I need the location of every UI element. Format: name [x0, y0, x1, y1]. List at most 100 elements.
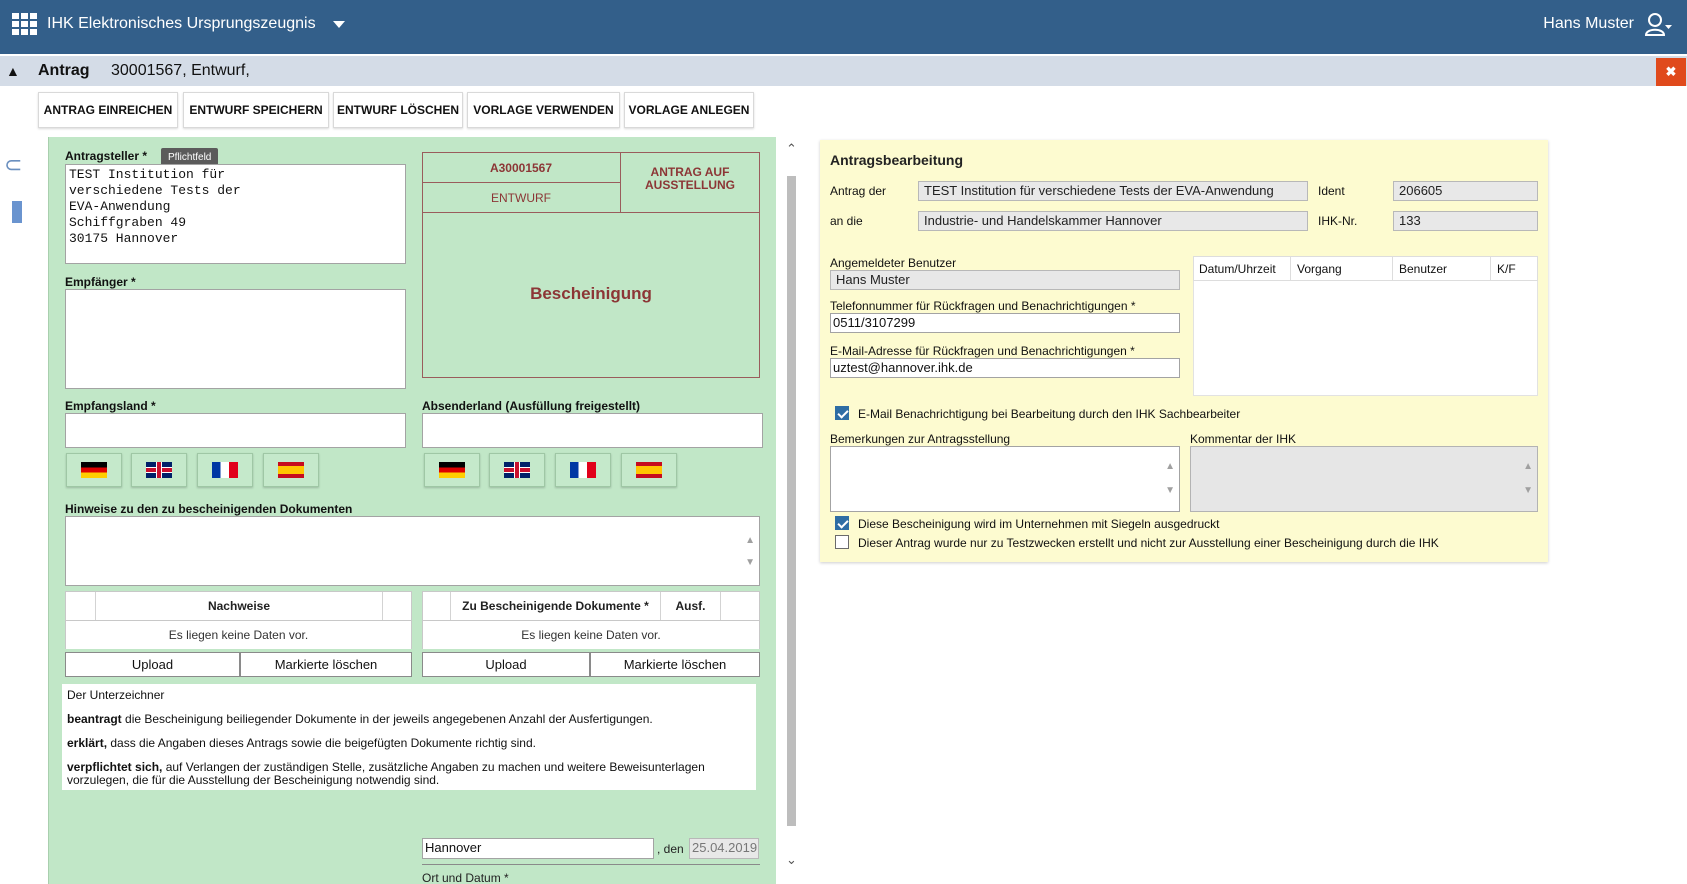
history-col-datetime[interactable]: Datum/Uhrzeit	[1199, 262, 1276, 276]
create-template-button[interactable]: VORLAGE ANLEGEN	[624, 92, 754, 128]
declaration-text: Der Unterzeichner beantragt die Beschein…	[62, 684, 756, 790]
ihk-nr-label: IHK-Nr.	[1318, 214, 1358, 228]
side-document-icon[interactable]	[12, 201, 22, 223]
ident-label: Ident	[1318, 184, 1345, 198]
app-menu-caret-icon[interactable]	[333, 21, 345, 28]
uk-flag-icon	[504, 462, 530, 478]
documents-column-header[interactable]: Zu Bescheinigende Dokumente *	[451, 592, 661, 620]
declaration-paragraph: erklärt, dass die Angaben dieses Antrags…	[67, 737, 751, 750]
phone-input[interactable]: 0511/3107299	[830, 313, 1180, 333]
documents-delete-marked-button[interactable]: Markierte löschen	[590, 652, 760, 677]
column-divider	[1490, 257, 1491, 280]
scroll-down-icon[interactable]: ▼	[1523, 485, 1533, 496]
scroll-down-icon[interactable]: ▼	[1165, 485, 1175, 496]
language-english-button[interactable]	[131, 453, 187, 487]
document-notes-textarea[interactable]: ▲ ▼	[65, 516, 760, 586]
evidence-empty-message: Es liegen keine Daten vor.	[65, 621, 412, 649]
remarks-textarea[interactable]: ▲ ▼	[830, 446, 1180, 512]
history-table-header: Datum/Uhrzeit Vorgang Benutzer K/F	[1193, 256, 1538, 281]
form-scrollbar-thumb[interactable]	[787, 176, 796, 826]
france-flag-icon	[570, 462, 596, 478]
destination-country-label: Empfangsland *	[65, 399, 156, 413]
email-label: E-Mail-Adresse für Rückfragen und Benach…	[830, 344, 1135, 358]
copies-column-header[interactable]: Ausf.	[661, 592, 721, 620]
app-launcher-grid-icon[interactable]	[12, 13, 39, 37]
date-field[interactable]: 25.04.2019	[689, 838, 759, 859]
close-button[interactable]: ✖	[1656, 58, 1686, 86]
declaration-text-part: dass die Angaben dieses Antrags sowie di…	[107, 736, 536, 750]
history-col-action[interactable]: Vorgang	[1297, 262, 1342, 276]
language-french-button[interactable]	[197, 453, 253, 487]
applicant-textarea[interactable]: TEST Institution für verschiedene Tests …	[65, 164, 406, 264]
ihk-comment-textarea: ▲ ▼	[1190, 446, 1538, 512]
declaration-text-part: auf Verlangen der zuständigen Stelle, zu…	[67, 760, 705, 787]
certificate-divider	[422, 182, 620, 183]
ident-field: 206605	[1393, 181, 1538, 201]
language-spanish-button[interactable]	[621, 453, 677, 487]
email-notify-label: E-Mail Benachrichtigung bei Bearbeitung …	[858, 407, 1241, 421]
language-spanish-button[interactable]	[263, 453, 319, 487]
history-col-user[interactable]: Benutzer	[1399, 262, 1447, 276]
document-title-bar: ▲ Antrag 30001567, Entwurf,	[0, 56, 1687, 86]
scroll-up-icon[interactable]: ▲	[1165, 461, 1175, 472]
select-column[interactable]	[423, 592, 451, 620]
certificate-status: ENTWURF	[491, 191, 551, 205]
language-french-button[interactable]	[555, 453, 611, 487]
use-template-button[interactable]: VORLAGE VERWENDEN	[467, 92, 620, 128]
destination-country-input[interactable]	[65, 413, 406, 448]
language-german-button[interactable]	[66, 453, 122, 487]
test-request-label: Dieser Antrag wurde nur zu Testzwecken e…	[858, 536, 1439, 550]
spain-flag-icon	[636, 462, 662, 478]
logged-user-field: Hans Muster	[830, 270, 1180, 290]
evidence-upload-button[interactable]: Upload	[65, 652, 240, 677]
seal-print-label: Diese Bescheinigung wird im Unternehmen …	[858, 517, 1220, 531]
select-column[interactable]	[66, 592, 96, 620]
france-flag-icon	[212, 462, 238, 478]
user-name[interactable]: Hans Muster	[1543, 15, 1634, 33]
evidence-grid-header: Nachweise	[65, 591, 412, 621]
scroll-up-icon[interactable]: ▲	[745, 535, 755, 546]
ihk-comment-label: Kommentar der IHK	[1190, 432, 1297, 446]
place-date-label: Ort und Datum *	[422, 871, 509, 884]
page-subtitle: 30001567, Entwurf,	[111, 62, 250, 79]
recipient-textarea[interactable]	[65, 289, 406, 389]
scroll-down-icon[interactable]: ▼	[745, 557, 755, 568]
evidence-delete-marked-button[interactable]: Markierte löschen	[240, 652, 412, 677]
language-english-button[interactable]	[489, 453, 545, 487]
app-title[interactable]: IHK Elektronisches Ursprungszeugnis	[47, 15, 316, 33]
certificate-title: Bescheinigung	[530, 284, 652, 303]
declaration-verb: erklärt,	[67, 736, 108, 750]
submit-application-button[interactable]: ANTRAG EINREICHEN	[38, 92, 178, 128]
email-notify-checkbox[interactable]	[835, 406, 849, 420]
declaration-text-part: die Bescheinigung beiliegender Dokumente…	[121, 712, 653, 726]
certificate-type-line1: ANTRAG AUF	[650, 165, 730, 179]
language-german-button[interactable]	[424, 453, 480, 487]
place-input[interactable]: Hannover	[422, 838, 654, 859]
test-request-checkbox[interactable]	[835, 535, 849, 549]
sender-country-input[interactable]	[422, 413, 763, 448]
pin-icon[interactable]: ▲	[6, 63, 20, 79]
seal-print-checkbox[interactable]	[835, 516, 849, 530]
ihk-nr-field: 133	[1393, 211, 1538, 231]
scroll-up-icon[interactable]: ▲	[1523, 461, 1533, 472]
side-panel-icon[interactable]: ⊂	[4, 152, 22, 178]
to-label: an die	[830, 214, 863, 228]
email-input[interactable]: uztest@hannover.ihk.de	[830, 358, 1180, 378]
scroll-up-icon[interactable]: ⌃	[786, 141, 797, 157]
scroll-down-icon[interactable]: ⌄	[786, 852, 797, 868]
app-header: IHK Elektronisches Ursprungszeugnis Hans…	[0, 0, 1687, 54]
signature-line	[422, 864, 760, 865]
certificate-divider	[422, 212, 760, 213]
germany-flag-icon	[439, 462, 465, 478]
certificate-number: A30001567	[489, 161, 553, 175]
user-menu-icon[interactable]	[1645, 11, 1673, 39]
certificate-type-line2: AUSSTELLUNG	[645, 178, 735, 192]
phone-label: Telefonnummer für Rückfragen und Benachr…	[830, 299, 1136, 313]
documents-upload-button[interactable]: Upload	[422, 652, 590, 677]
save-draft-button[interactable]: ENTWURF SPEICHERN	[183, 92, 329, 128]
delete-draft-button[interactable]: ENTWURF LÖSCHEN	[333, 92, 463, 128]
evidence-column-header[interactable]: Nachweise	[96, 592, 383, 620]
history-col-kf[interactable]: K/F	[1497, 262, 1516, 276]
document-notes-label: Hinweise zu den zu bescheinigenden Dokum…	[65, 502, 353, 516]
remarks-label: Bemerkungen zur Antragsstellung	[830, 432, 1011, 446]
